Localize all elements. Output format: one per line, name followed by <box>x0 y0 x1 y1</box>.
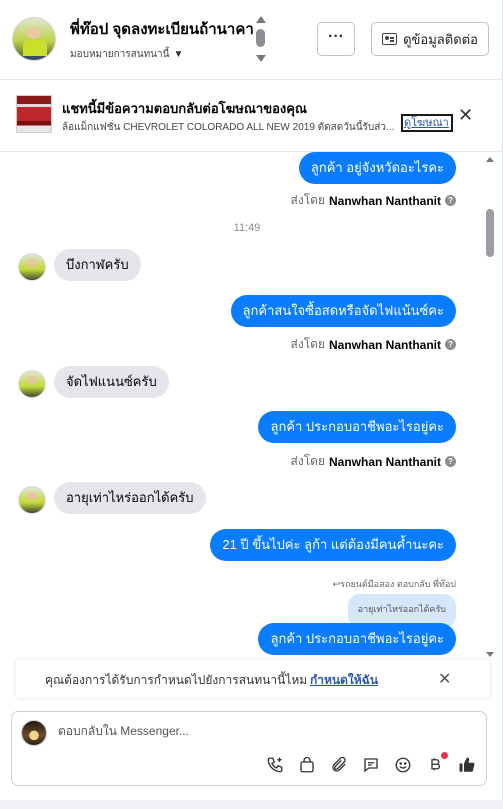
ad-banner-title: แชทนี้มีข้อความตอบกลับต่อโฆษณาของคุณ <box>62 101 307 116</box>
chevron-up-icon[interactable] <box>256 16 266 23</box>
phone-add-icon[interactable] <box>264 754 286 776</box>
sent-by-label: ส่งโดย Nanwhan Nanthanit ? <box>291 191 456 210</box>
contact-card-icon <box>382 33 398 45</box>
chevron-down-icon[interactable] <box>256 55 266 62</box>
sent-by-prefix: ส่งโดย <box>290 337 325 351</box>
thumbs-up-icon[interactable] <box>456 754 478 776</box>
incoming-message[interactable]: บึงกาฬครับ <box>54 249 141 281</box>
conversation-nav-scroller[interactable] <box>255 16 267 62</box>
close-icon[interactable]: ✕ <box>458 105 473 126</box>
more-options-button[interactable]: ··· <box>317 22 355 56</box>
shopping-bag-icon[interactable] <box>296 754 318 776</box>
outgoing-message[interactable]: 21 ปี ขึ้นไปค่ะ ลูก้า แต่ต้องมีคนค้ำนะคะ <box>210 529 456 561</box>
assignment-notice: คุณต้องการได้รับการกำหนดไปยังการสนทนานี้… <box>16 660 490 698</box>
contact-avatar[interactable] <box>12 17 56 61</box>
incoming-message[interactable]: จัดไฟแนนซ์ครับ <box>54 366 169 398</box>
assign-label: มอบหมายการสนทนานี้ <box>70 49 170 60</box>
contact-info-label: ดูข้อมูลติดต่อ <box>403 31 478 47</box>
scroll-down-icon[interactable] <box>486 652 494 657</box>
outgoing-message[interactable]: ลูกค้า ประกอบอาชีพอะไรอยู่คะ <box>258 623 456 655</box>
outgoing-message[interactable]: ลูกค้า อยู่จังหวัดอะไรคะ <box>298 152 456 184</box>
ad-reply-banner: แชทนี้มีข้อความตอบกลับต่อโฆษณาของคุณ ล้อ… <box>0 80 503 152</box>
help-icon[interactable]: ? <box>445 339 456 350</box>
sender-name: Nanwhan Nanthanit <box>328 337 441 352</box>
contact-avatar-small <box>18 253 46 281</box>
outgoing-message[interactable]: ลูกค้า ประกอบอาชีพอะไรอยู่คะ <box>258 411 456 443</box>
assign-conversation-dropdown[interactable]: มอบหมายการสนทนานี้ ▼ <box>70 47 183 62</box>
reply-input[interactable] <box>58 724 458 738</box>
scroll-up-icon[interactable] <box>486 157 494 162</box>
baht-icon[interactable] <box>424 752 448 776</box>
message-composer <box>11 711 487 786</box>
incoming-message[interactable]: อายุเท่าไหร่ออกได้ครับ <box>54 482 206 514</box>
conversation-panel: พี่ท๊อป จุดลงทะเบียนถ้านาคา มอบหมายการสน… <box>0 0 503 800</box>
sent-by-prefix: ส่งโดย <box>290 193 325 207</box>
contact-info-button[interactable]: ดูข้อมูลติดต่อ <box>371 22 489 56</box>
chat-bubble-icon[interactable] <box>360 754 382 776</box>
sent-by-prefix: ส่งโดย <box>290 454 325 468</box>
chat-scrollbar[interactable] <box>484 152 496 660</box>
sent-by-label: ส่งโดย Nanwhan Nanthanit ? <box>291 335 456 354</box>
message-timestamp: 11:49 <box>233 222 261 234</box>
sent-by-label: ส่งโดย Nanwhan Nanthanit ? <box>291 452 456 471</box>
ad-banner-text: ล้อแม็กแฟชั่น CHEVROLET COLORADO ALL NEW… <box>62 122 395 133</box>
view-ad-link[interactable]: ดูโฆษณา <box>401 114 453 132</box>
paperclip-icon[interactable] <box>328 754 350 776</box>
contact-avatar-small <box>18 370 46 398</box>
assign-to-me-link[interactable]: กำหนดให้ฉัน <box>310 671 378 690</box>
composer-toolbar <box>264 752 488 776</box>
scroller-thumb[interactable] <box>256 29 265 47</box>
help-icon[interactable]: ? <box>445 456 456 467</box>
notification-dot <box>441 752 448 759</box>
sender-name: Nanwhan Nanthanit <box>328 454 441 469</box>
scrollbar-thumb[interactable] <box>486 209 494 257</box>
help-icon[interactable]: ? <box>445 195 456 206</box>
message-list: ลูกค้า อยู่จังหวัดอะไรคะ ส่งโดย Nanwhan … <box>0 152 484 660</box>
emoji-icon[interactable] <box>392 754 414 776</box>
assignment-notice-text: คุณต้องการได้รับการกำหนดไปยังการสนทนานี้… <box>45 673 308 687</box>
caret-down-icon: ▼ <box>173 49 184 60</box>
close-icon[interactable]: ✕ <box>438 669 451 689</box>
contact-avatar-small <box>18 486 46 514</box>
conversation-header: พี่ท๊อป จุดลงทะเบียนถ้านาคา มอบหมายการสน… <box>0 0 503 80</box>
ad-thumbnail[interactable] <box>16 95 52 133</box>
reply-context-label: ↩รถยนต์มือสอง ตอบกลับ พี่ท๊อป <box>332 579 456 589</box>
sender-name: Nanwhan Nanthanit <box>328 193 441 208</box>
outgoing-message[interactable]: ลูกค้าสนใจซื้อสดหรือจัดไฟแน้นซ์คะ <box>230 295 456 327</box>
page-avatar <box>21 720 47 746</box>
contact-name[interactable]: พี่ท๊อป จุดลงทะเบียนถ้านาคา <box>70 17 254 41</box>
